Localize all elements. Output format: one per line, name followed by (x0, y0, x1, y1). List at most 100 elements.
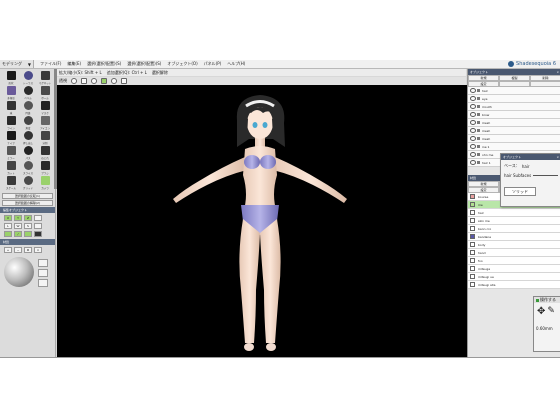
material-row[interactable]: mitsugi sita (468, 281, 560, 289)
material-row[interactable]: skin me (468, 217, 560, 225)
clear-selection-button[interactable]: 選択範囲の解除(2) (2, 200, 53, 206)
tool-14[interactable]: 押し出し (21, 131, 35, 145)
lock-icon[interactable] (477, 113, 480, 116)
move-icon[interactable]: ✥ (537, 306, 545, 317)
screen-button[interactable]: S (24, 223, 32, 229)
axis-y-button[interactable]: Y (14, 215, 22, 221)
menu-select-2[interactable]: 選択(選択/配置)(S) (127, 61, 161, 67)
menu-help[interactable]: ヘルプ(H) (227, 61, 245, 67)
lock-icon[interactable] (477, 153, 480, 156)
camera-icon[interactable] (111, 78, 117, 84)
tool-23[interactable]: グリッド (21, 176, 35, 190)
lock-icon[interactable] (477, 105, 480, 108)
tool-21[interactable]: ブラシ (38, 161, 52, 175)
tool-18[interactable]: ねじれ (38, 146, 52, 160)
eye-icon[interactable] (470, 160, 476, 165)
tool-9[interactable]: マスク (38, 101, 52, 115)
vertex-mode-button[interactable] (4, 231, 12, 237)
tool-2[interactable]: トーラス (21, 71, 35, 85)
world-button[interactable]: W (14, 223, 22, 229)
material-row[interactable]: hand (468, 249, 560, 257)
lock-icon[interactable] (477, 97, 480, 100)
tool-6[interactable]: ボール (38, 86, 52, 100)
tool-8[interactable]: 円錐 (21, 101, 35, 115)
material-row[interactable]: foo (468, 257, 560, 265)
lock-icon[interactable] (477, 129, 480, 132)
preview-option-button-2[interactable] (38, 269, 48, 277)
close-icon[interactable]: × (556, 70, 559, 74)
invert-selection-button[interactable]: 選択範囲の反転(1) (2, 193, 53, 199)
tool-20[interactable]: スライス (21, 161, 35, 175)
tool-10[interactable]: ライン (4, 116, 18, 130)
material-row[interactable]: mitsuga (468, 265, 560, 273)
frame-icon[interactable] (81, 78, 87, 84)
lock-icon[interactable] (477, 89, 480, 92)
object-row[interactable]: eye (468, 95, 560, 103)
subfaces-slider[interactable] (533, 175, 558, 176)
edge-mode-button[interactable]: / (14, 231, 22, 237)
minus-icon[interactable]: − (14, 247, 22, 253)
edit-icon[interactable]: ✎ (547, 306, 555, 317)
settings-icon[interactable]: ⚙ (24, 247, 32, 253)
material-row[interactable]: hair (468, 209, 560, 217)
material-row[interactable]: bann cro (468, 225, 560, 233)
eye-icon[interactable] (470, 136, 476, 141)
object-row[interactable]: hair (468, 87, 560, 95)
object-row[interactable]: mesh (468, 127, 560, 135)
material-row[interactable]: mitsugi ue (468, 273, 560, 281)
3d-viewport[interactable] (57, 85, 467, 358)
tool-15[interactable]: 分割 (38, 131, 52, 145)
material-row[interactable]: body (468, 241, 560, 249)
eye-icon[interactable] (470, 128, 476, 133)
eye-icon[interactable] (470, 88, 476, 93)
preview-option-button-3[interactable] (38, 279, 48, 287)
object-settings-button[interactable]: 設定 (468, 81, 499, 87)
eye-icon[interactable] (470, 96, 476, 101)
axis-x-button[interactable]: X (4, 215, 12, 221)
axis-z-button[interactable]: Z (24, 215, 32, 221)
menu-object[interactable]: オブジェクト(O) (167, 61, 197, 67)
solid-button[interactable]: ソリッド (504, 187, 536, 196)
tool-22[interactable]: スケール (4, 176, 18, 190)
tool-19[interactable]: カット (4, 161, 18, 175)
menu-file[interactable]: ファイル(F) (40, 61, 61, 67)
close-icon[interactable]: × (34, 247, 42, 253)
menu-panel[interactable]: パネル(P) (204, 61, 222, 67)
tool-4[interactable]: 多角形 (4, 86, 18, 100)
option-button-2[interactable] (34, 223, 42, 229)
add-icon[interactable]: + (4, 247, 12, 253)
object-row[interactable]: ine 1 (468, 143, 560, 151)
tool-24[interactable]: カメラ (38, 176, 52, 190)
object-row[interactable]: brow (468, 111, 560, 119)
eye-icon[interactable] (470, 152, 476, 157)
eye-icon[interactable] (470, 120, 476, 125)
tool-12[interactable]: アイコン (38, 116, 52, 130)
light-icon[interactable] (91, 78, 97, 84)
eye-icon[interactable] (470, 144, 476, 149)
object-option-button-2[interactable] (530, 81, 560, 87)
grid-icon[interactable] (121, 78, 127, 84)
lock-icon[interactable] (477, 145, 480, 148)
lock-icon[interactable] (477, 161, 480, 164)
tool-17[interactable]: パス (21, 146, 35, 160)
local-button[interactable]: L (4, 223, 12, 229)
menu-edit[interactable]: 編集(E) (67, 61, 81, 67)
object-option-button[interactable] (499, 81, 530, 87)
menu-select[interactable]: 選択(選択/配置)(S) (87, 61, 121, 67)
object-row[interactable]: mesh (468, 135, 560, 143)
tool-1[interactable]: 形状 (4, 71, 18, 85)
material-row[interactable]: bandane (468, 233, 560, 241)
eye-icon[interactable] (470, 112, 476, 117)
mode-dropdown[interactable]: モデリング ▼ (0, 60, 34, 68)
tool-16[interactable]: ミラー (4, 146, 18, 160)
preview-option-button[interactable] (38, 259, 48, 267)
tool-13[interactable]: ナイフ (4, 131, 18, 145)
lock-icon[interactable] (477, 137, 480, 140)
object-row[interactable]: mesh (468, 119, 560, 127)
render-icon[interactable] (101, 78, 107, 84)
material-settings-button[interactable]: 設定 (468, 187, 499, 193)
face-mode-button[interactable] (24, 231, 32, 237)
eye-icon[interactable] (470, 104, 476, 109)
tool-3[interactable]: マグネット (38, 71, 52, 85)
object-row[interactable]: mouth (468, 103, 560, 111)
